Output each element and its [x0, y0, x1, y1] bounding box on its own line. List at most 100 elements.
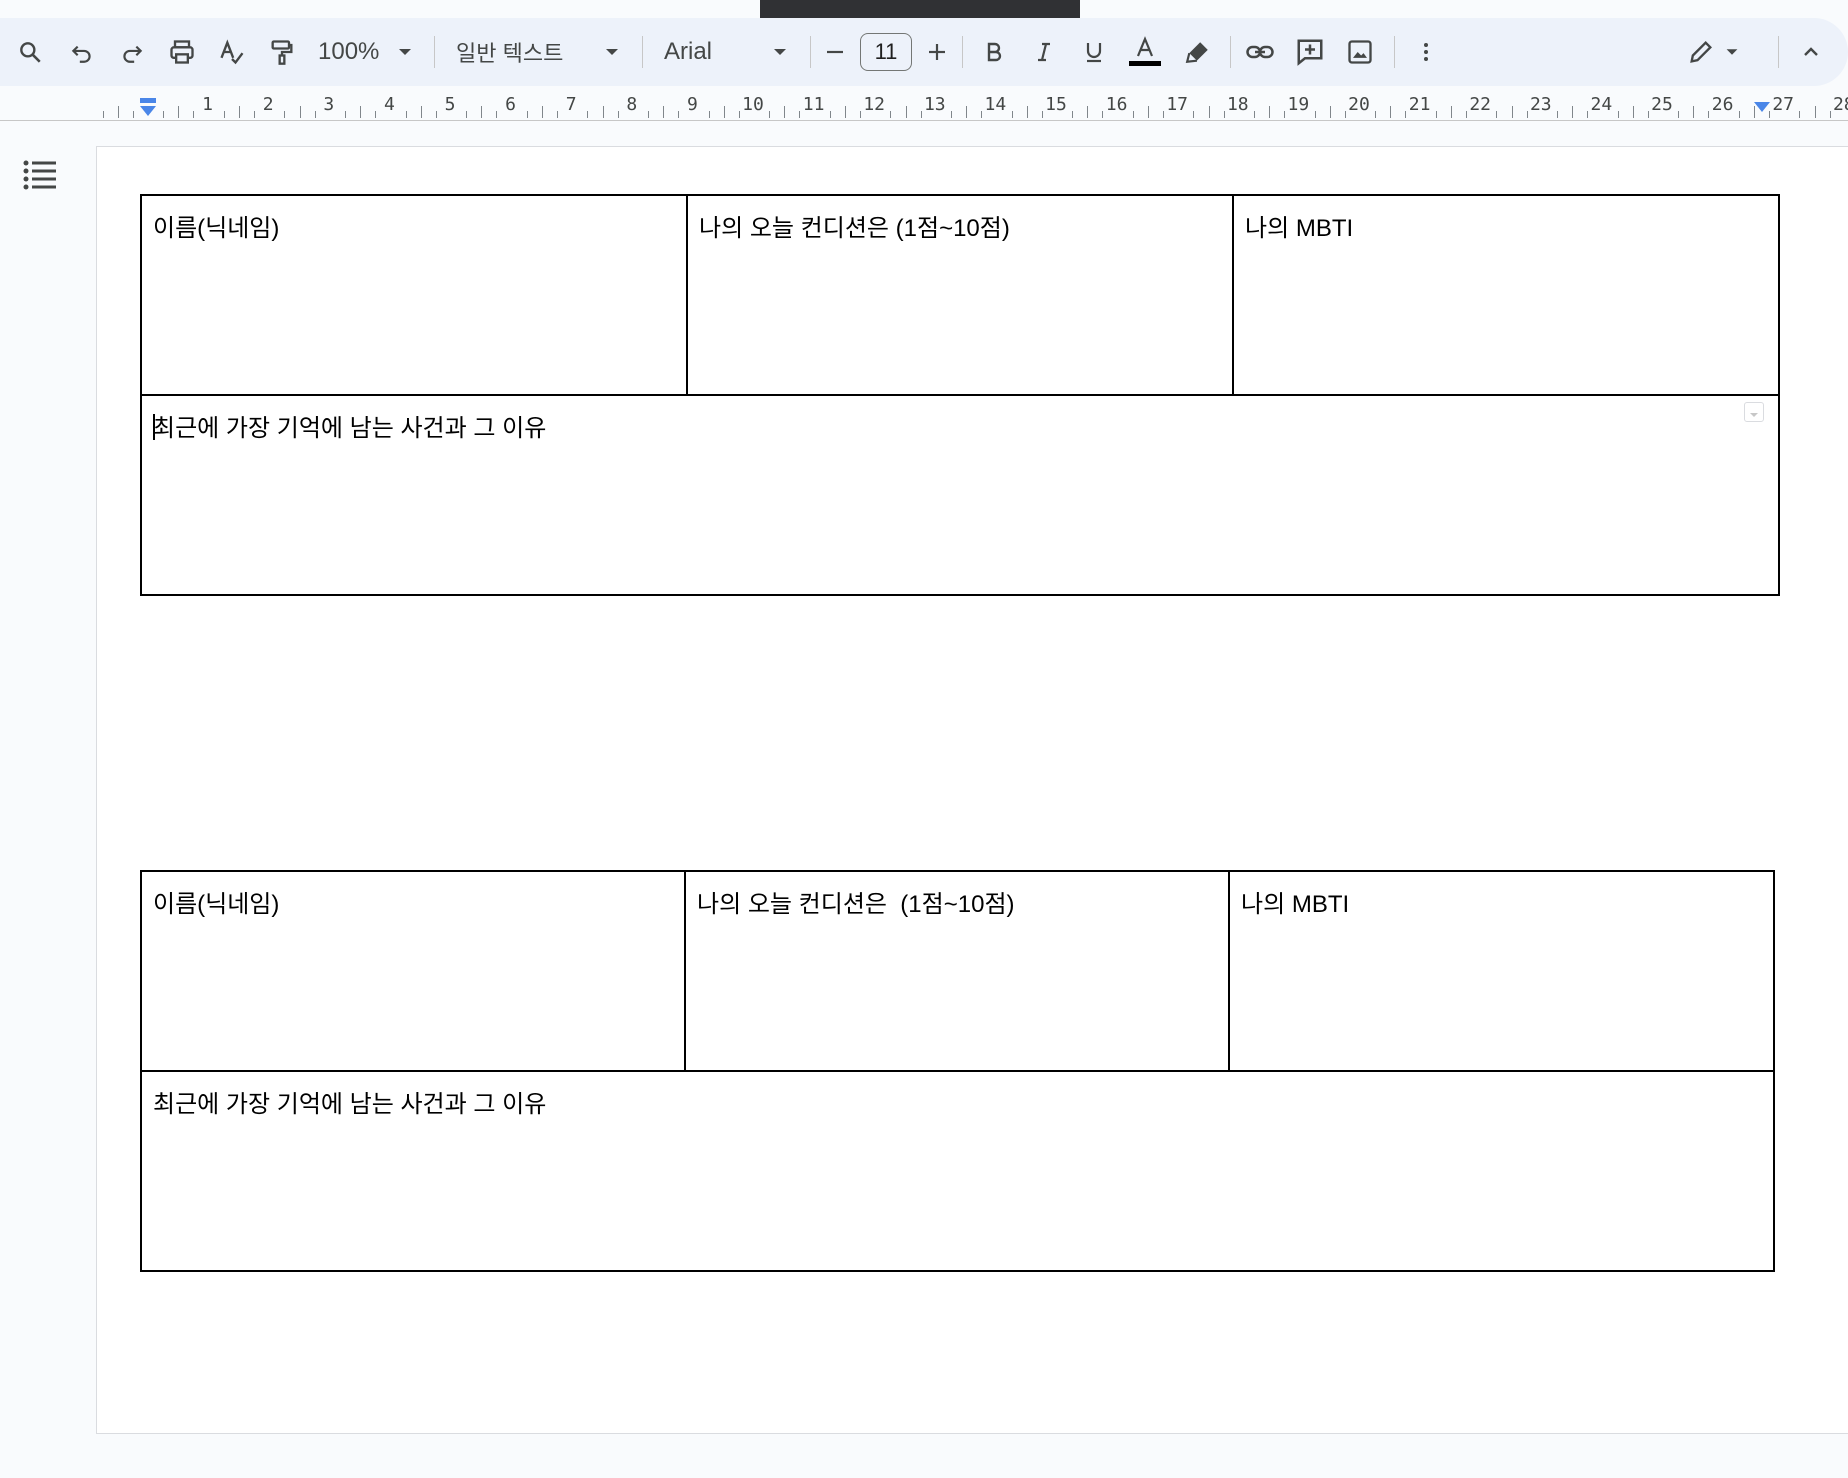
table-cell-name[interactable]: 이름(닉네임) — [140, 870, 686, 1072]
paragraph-style-select[interactable]: 일반 텍스트 — [456, 18, 622, 86]
add-comment-icon — [1297, 39, 1323, 66]
info-table: 이름(닉네임) 나의 오늘 컨디션은 (1점~10점) 나의 MBTI 최근에 … — [140, 194, 1780, 596]
ruler-tick — [1269, 106, 1271, 118]
horizontal-ruler[interactable]: 1 2 3 4 5 6 7 8 9 10 11 12 13 14 15 16 17 18 19 20 21 22 23 24 2… — [0, 86, 1848, 121]
editing-mode-button[interactable] — [1682, 18, 1746, 86]
chevron-down-icon — [606, 49, 618, 55]
ruler-number: 26 — [1711, 94, 1734, 115]
left-indent-marker[interactable] — [138, 98, 158, 120]
ruler-tick — [1738, 111, 1740, 118]
toolbar-divider — [962, 36, 963, 68]
ruler-number: 12 — [863, 94, 886, 115]
ruler-tick — [1011, 111, 1013, 118]
font-family-select[interactable]: Arial — [664, 18, 790, 86]
more-vert-icon — [1424, 43, 1428, 61]
ruler-tick — [1526, 111, 1528, 118]
ruler-tick — [466, 111, 468, 118]
print-button[interactable] — [164, 18, 200, 86]
ruler-tick — [905, 106, 907, 118]
table-cell-condition[interactable]: 나의 오늘 컨디션은 (1점~10점) — [684, 870, 1230, 1072]
search-icon — [20, 42, 41, 63]
ruler-tick — [1829, 111, 1831, 118]
image-icon — [1348, 40, 1372, 64]
add-comment-button[interactable] — [1292, 18, 1328, 86]
decrease-font-size-button[interactable] — [818, 18, 852, 86]
ruler-tick — [1163, 111, 1165, 118]
ruler-tick — [420, 106, 422, 118]
cell-text: 최근에 가장 기억에 남는 사건과 그 이유 — [153, 415, 547, 442]
ruler-number: 7 — [565, 94, 577, 115]
more-options-button[interactable] — [1408, 18, 1444, 86]
ruler-tick — [829, 111, 831, 118]
font-size-input[interactable]: 11 — [860, 33, 912, 71]
ruler-tick — [1511, 106, 1513, 118]
ruler-tick — [678, 111, 680, 118]
search-menus-button[interactable] — [12, 18, 48, 86]
increase-font-size-button[interactable] — [920, 18, 954, 86]
ruler-tick — [1693, 106, 1695, 118]
ruler-tick — [844, 106, 846, 118]
ruler-tick — [1799, 111, 1801, 118]
ruler-tick — [1632, 106, 1634, 118]
ruler-tick — [1466, 111, 1468, 118]
ruler-tick — [526, 111, 528, 118]
table-cell-name[interactable]: 이름(닉네임) — [140, 194, 688, 396]
ruler-tick — [723, 106, 725, 118]
table-cell-memorable-event[interactable]: 최근에 가장 기억에 남는 사건과 그 이유 — [140, 394, 1780, 596]
table-cell-mbti[interactable]: 나의 MBTI — [1228, 870, 1775, 1072]
document-outline-button[interactable] — [22, 158, 58, 190]
ruler-tick — [1193, 111, 1195, 118]
pencil-icon — [1690, 41, 1712, 63]
redo-button[interactable] — [114, 18, 150, 86]
ruler-tick — [1647, 111, 1649, 118]
ruler-tick — [1587, 111, 1589, 118]
table-cell-memorable-event[interactable]: 최근에 가장 기억에 남는 사건과 그 이유 — [140, 1070, 1775, 1272]
chevron-down-icon — [399, 49, 412, 55]
ruler-tick — [1556, 111, 1558, 118]
ruler-tick — [1087, 106, 1089, 118]
ruler-tick — [1132, 111, 1134, 118]
italic-button[interactable] — [1028, 18, 1060, 86]
ruler-tick — [663, 106, 665, 118]
insert-image-button[interactable] — [1342, 18, 1378, 86]
zoom-select[interactable]: 100% — [318, 18, 418, 86]
chevron-down-icon — [774, 49, 786, 55]
ruler-tick — [602, 106, 604, 118]
undo-button[interactable] — [64, 18, 100, 86]
bold-button[interactable] — [978, 18, 1010, 86]
ruler-number: 28 — [1832, 94, 1848, 115]
document-page[interactable]: 이름(닉네임) 나의 오늘 컨디션은 (1점~10점) 나의 MBTI 최근에 … — [96, 146, 1848, 1434]
ruler-tick — [557, 111, 559, 118]
paint-format-button[interactable] — [264, 18, 300, 86]
ruler-number: 20 — [1348, 94, 1370, 115]
ruler-tick — [1223, 111, 1225, 118]
ruler-tick — [360, 106, 362, 118]
cell-options-icon[interactable] — [1744, 402, 1764, 422]
ruler-tick — [314, 111, 316, 118]
ruler-tick — [1405, 111, 1407, 118]
ruler-tick — [299, 106, 301, 118]
ruler-tick — [1496, 111, 1498, 118]
underline-button[interactable] — [1078, 18, 1110, 86]
table-cell-mbti[interactable]: 나의 MBTI — [1232, 194, 1780, 396]
underline-icon — [1086, 43, 1102, 63]
ruler-tick — [1208, 106, 1210, 118]
highlight-color-button[interactable] — [1180, 18, 1216, 86]
cell-text: 이름(닉네임) — [153, 215, 280, 242]
ruler-tick — [1753, 106, 1755, 118]
cell-text: 나의 오늘 컨디션은 (1점~10점) — [697, 891, 1015, 918]
text-color-button[interactable] — [1126, 18, 1164, 86]
paragraph-style-value: 일반 텍스트 — [456, 41, 564, 66]
hide-menus-button[interactable] — [1794, 18, 1828, 86]
table-cell-condition[interactable]: 나의 오늘 컨디션은 (1점~10점) — [686, 194, 1234, 396]
ruler-tick — [1284, 111, 1286, 118]
ruler-number: 15 — [1045, 94, 1067, 115]
ruler-number: 18 — [1226, 94, 1249, 115]
toolbar-divider — [1230, 36, 1231, 68]
minus-icon — [827, 50, 843, 54]
ruler-tick — [481, 106, 483, 118]
ruler-tick — [405, 111, 407, 118]
insert-link-button[interactable] — [1242, 18, 1278, 86]
ruler-number: 24 — [1590, 94, 1613, 115]
spelling-check-button[interactable] — [214, 18, 250, 86]
